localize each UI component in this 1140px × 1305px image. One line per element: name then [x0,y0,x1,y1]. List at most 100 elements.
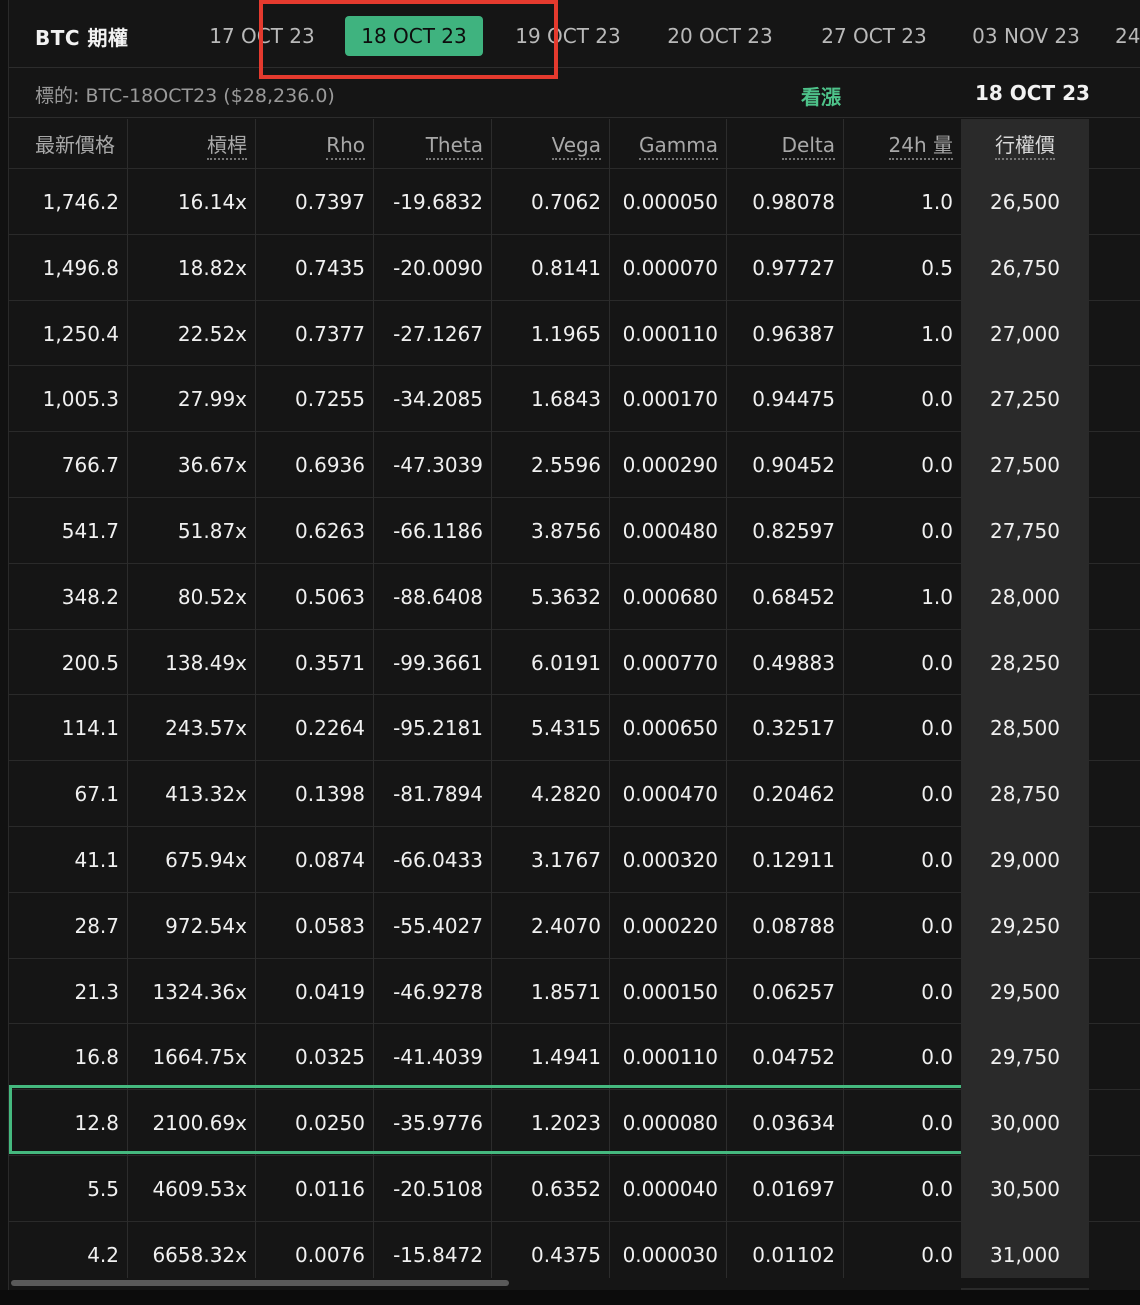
table-row[interactable]: 200.5 138.49x 0.3571 -99.3661 6.0191 0.000770… [9,628,1140,695]
expiry-date-bar: BTC 期權 17 OCT 23 18 OCT 23 19 OCT 23 20 OCT… [9,0,1140,68]
cell-volume-24h: 0.0 [921,1045,953,1070]
header-leverage[interactable]: 槓桿 [127,119,255,168]
table-row[interactable]: 67.1 413.32x 0.1398 -81.7894 4.2820 0.000470 0… [9,760,1140,826]
cell-gamma: 0.000320 [622,848,718,872]
cell-delta: 0.12911 [752,848,835,872]
table-row[interactable]: 28.7 972.54x 0.0583 -55.4027 2.4070 0.000220 0… [9,891,1140,958]
tab-expiry-0[interactable]: 17 OCT 23 [197,16,327,56]
table-row[interactable]: 4.2 6658.32x 0.0076 -15.8472 0.4375 0.000030 0… [9,1220,1140,1287]
header-strike-label: 行權價 [995,133,1055,160]
header-delta[interactable]: Delta [726,119,843,168]
header-gamma[interactable]: Gamma [609,119,726,168]
tab-expiry-5[interactable]: 03 NOV 23 [961,16,1091,56]
cell-last-price: 4.2 [87,1242,119,1267]
cell-rho: 0.0325 [295,1045,365,1070]
cell-vega: 1.6843 [531,387,601,412]
table-row[interactable]: 1,746.2 16.14x 0.7397 -19.6832 0.7062 0.00005… [9,168,1140,234]
cell-last-price: 16.8 [74,1045,119,1070]
cell-gamma: 0.000030 [622,1242,718,1267]
table-row[interactable]: 766.7 36.67x 0.6936 -47.3039 2.5596 0.000290 0… [9,431,1140,497]
cell-gamma: 0.000290 [622,453,718,478]
header-volume-24h[interactable]: 24h 量 [843,119,961,168]
header-gamma-label: Gamma [639,133,718,160]
cell-strike: 29,000 [990,848,1060,872]
tab-expiry-6[interactable]: 24 [1115,16,1140,56]
cell-leverage: 27.99x [177,387,247,412]
cell-theta: -46.9278 [393,979,483,1004]
cell-rho: 0.0076 [295,1242,365,1267]
horizontal-scrollbar-thumb[interactable] [11,1280,509,1286]
header-rho-label: Rho [326,133,365,160]
table-row[interactable]: 348.2 80.52x 0.5063 -88.6408 5.3632 0.000680 0… [9,562,1140,629]
call-side-label[interactable]: 看漲 [801,81,841,110]
table-row[interactable]: 21.3 1324.36x 0.0419 -46.9278 1.8571 0.000150… [9,957,1140,1024]
cell-gamma: 0.000220 [622,913,718,938]
cell-rho: 0.0116 [295,1177,365,1201]
cell-delta: 0.96387 [752,321,835,346]
cell-delta: 0.01697 [752,1177,835,1201]
table-row[interactable]: 114.1 243.57x 0.2264 -95.2181 5.4315 0.000650… [9,694,1140,760]
header-last-price-label: 最新價格 [35,133,115,157]
table-row[interactable]: 1,005.3 27.99x 0.7255 -34.2085 1.6843 0.00017… [9,365,1140,431]
cell-vega: 2.5596 [531,453,601,478]
cell-leverage: 16.14x [177,190,247,214]
cell-last-price: 67.1 [74,782,119,807]
cell-delta: 0.20462 [752,782,835,807]
header-vega[interactable]: Vega [491,119,609,168]
cell-rho: 0.0874 [295,848,365,872]
cell-vega: 0.6352 [531,1177,601,1201]
table-row[interactable]: 5.5 4609.53x 0.0116 -20.5108 0.6352 0.000040 0… [9,1155,1140,1221]
column-divider [726,119,727,1287]
cell-theta: -99.3661 [393,650,483,675]
cell-volume-24h: 0.0 [921,650,953,675]
table-row[interactable]: 41.1 675.94x 0.0874 -66.0433 3.1767 0.000320 0… [9,826,1140,892]
cell-theta: -66.1186 [393,519,483,543]
cell-gamma: 0.000650 [622,716,718,741]
cell-leverage: 4609.53x [152,1177,247,1201]
underlying-bar: 標的: BTC-18OCT23 ($28,236.0) 看漲 18 OCT 23 [9,69,1140,118]
cell-gamma: 0.000050 [622,190,718,214]
cell-theta: -20.0090 [393,255,483,280]
table-row[interactable]: 541.7 51.87x 0.6263 -66.1186 3.8756 0.000480 0… [9,497,1140,563]
cell-strike: 31,000 [990,1242,1060,1267]
cell-strike: 27,250 [990,387,1060,412]
cell-volume-24h: 0.0 [921,848,953,872]
header-last-price[interactable]: 最新價格 [9,119,127,168]
tab-expiry-1[interactable]: 18 OCT 23 [345,16,483,56]
expiry-label: 18 OCT 23 [975,81,1090,105]
header-theta[interactable]: Theta [373,119,491,168]
header-volume-24h-label: 24h 量 [888,133,953,160]
cell-vega: 1.4941 [531,1045,601,1070]
cell-last-price: 114.1 [61,716,119,741]
tab-expiry-4[interactable]: 27 OCT 23 [809,16,939,56]
cell-theta: -20.5108 [393,1177,483,1201]
cell-volume-24h: 0.0 [921,1177,953,1201]
cell-rho: 0.6936 [295,453,365,478]
cell-vega: 3.1767 [531,848,601,872]
cell-rho: 0.0419 [295,979,365,1004]
tab-expiry-3[interactable]: 20 OCT 23 [655,16,785,56]
cell-last-price: 1,496.8 [42,255,119,280]
tab-expiry-2[interactable]: 19 OCT 23 [503,16,633,56]
cell-delta: 0.04752 [752,1045,835,1070]
cell-volume-24h: 0.0 [921,519,953,543]
cell-leverage: 243.57x [165,716,247,741]
cell-leverage: 80.52x [177,584,247,609]
column-divider [491,119,492,1287]
header-rho[interactable]: Rho [255,119,373,168]
cell-last-price: 200.5 [61,650,119,675]
cell-gamma: 0.000040 [622,1177,718,1201]
column-divider [127,119,128,1287]
cell-strike: 27,500 [990,453,1060,478]
table-row[interactable]: 1,496.8 18.82x 0.7435 -20.0090 0.8141 0.00007… [9,233,1140,300]
cell-gamma: 0.000680 [622,584,718,609]
cell-delta: 0.08788 [752,913,835,938]
cell-theta: -47.3039 [393,453,483,478]
table-row[interactable]: 16.8 1664.75x 0.0325 -41.4039 1.4941 0.000110… [9,1023,1140,1089]
header-strike[interactable]: 行權價 [961,119,1089,168]
table-row[interactable]: 12.8 2100.69x 0.0250 -35.9776 1.2023 0.000080… [9,1089,1140,1155]
table-row[interactable]: 1,250.4 22.52x 0.7377 -27.1267 1.1965 0.00011… [9,299,1140,366]
cell-leverage: 1324.36x [152,979,247,1004]
column-divider [255,119,256,1287]
cell-leverage: 36.67x [177,453,247,478]
